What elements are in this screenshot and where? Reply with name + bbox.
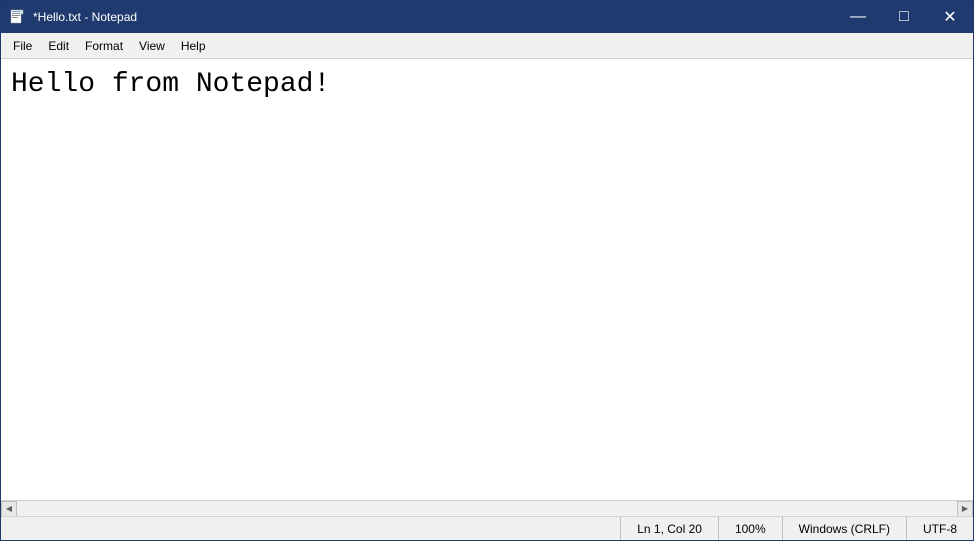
line-ending: Windows (CRLF) (782, 517, 906, 540)
window-title: *Hello.txt - Notepad (33, 10, 137, 24)
cursor-position: Ln 1, Col 20 (620, 517, 718, 540)
scroll-track[interactable] (17, 501, 957, 517)
scroll-right-button[interactable]: ▶ (957, 501, 973, 517)
minimize-button[interactable]: — (835, 1, 881, 33)
scroll-left-button[interactable]: ◀ (1, 501, 17, 517)
zoom-level: 100% (718, 517, 782, 540)
status-bar: Ln 1, Col 20 100% Windows (CRLF) UTF-8 (1, 516, 973, 540)
horizontal-scrollbar: ◀ ▶ (1, 500, 973, 516)
app-icon (9, 9, 25, 25)
menu-bar: File Edit Format View Help (1, 33, 973, 59)
notepad-window: *Hello.txt - Notepad — □ ✕ File Edit For… (0, 0, 974, 541)
text-editor[interactable]: Hello from Notepad! (1, 59, 973, 500)
menu-file[interactable]: File (5, 35, 40, 57)
title-bar: *Hello.txt - Notepad — □ ✕ (1, 1, 973, 33)
editor-container: Hello from Notepad! (1, 59, 973, 500)
encoding: UTF-8 (906, 517, 973, 540)
menu-help[interactable]: Help (173, 35, 214, 57)
menu-edit[interactable]: Edit (40, 35, 77, 57)
menu-view[interactable]: View (131, 35, 173, 57)
close-button[interactable]: ✕ (927, 1, 973, 33)
maximize-button[interactable]: □ (881, 1, 927, 33)
title-bar-left: *Hello.txt - Notepad (9, 9, 137, 25)
window-controls: — □ ✕ (835, 1, 973, 33)
menu-format[interactable]: Format (77, 35, 131, 57)
